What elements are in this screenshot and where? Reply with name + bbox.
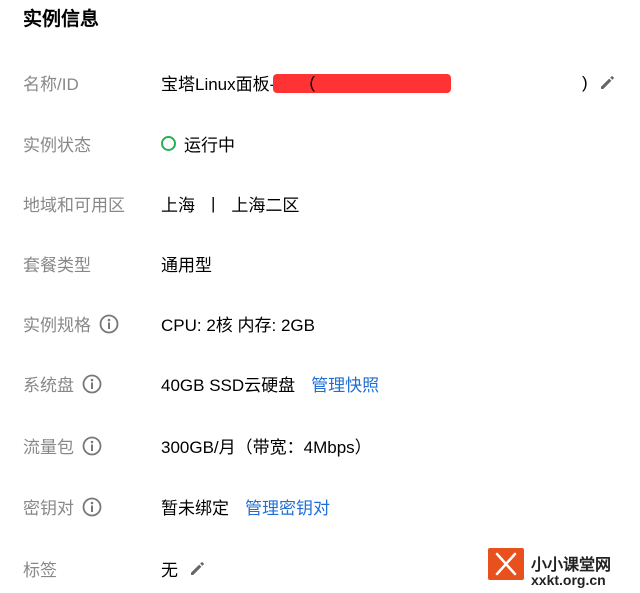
tags-label: 标签 xyxy=(23,561,57,580)
tags-text: 无 xyxy=(161,561,178,580)
manage-snapshot-link[interactable]: 管理快照 xyxy=(311,371,379,396)
spec-value: CPU: 2核 内存: 2GB xyxy=(161,316,315,335)
section-title: 实例信息 xyxy=(23,9,100,30)
row-key-pair: 密钥对 暂未绑定 管理密钥对 xyxy=(0,491,640,521)
row-name-id: 名称/ID 宝塔Linux面板- ( ) xyxy=(0,67,640,97)
name-paren-close: ) xyxy=(581,72,588,92)
plan-type-label: 套餐类型 xyxy=(23,256,91,275)
edit-tags-icon[interactable] xyxy=(188,560,206,578)
edit-name-icon[interactable] xyxy=(598,74,616,92)
row-system-disk: 系统盘 40GB SSD云硬盘 管理快照 xyxy=(0,368,640,398)
key-pair-label: 密钥对 xyxy=(23,494,102,519)
instance-info-panel: 实例信息 名称/ID 宝塔Linux面板- ( ) 实例状态 运行中 地域和可用… xyxy=(0,0,640,593)
traffic-value: 300GB/月（带宽：4Mbps） xyxy=(161,438,372,457)
manage-key-pair-link[interactable]: 管理密钥对 xyxy=(245,494,330,519)
name-prefix: 宝塔Linux面板- xyxy=(161,75,276,94)
watermark: 小小课堂网 xxkt.org.cn xyxy=(488,548,640,593)
name-paren-open: ( xyxy=(309,72,315,92)
system-disk-label: 系统盘 xyxy=(23,371,102,396)
watermark-logo-icon xyxy=(488,548,524,580)
row-status: 实例状态 运行中 xyxy=(0,128,640,158)
traffic-label-text: 流量包 xyxy=(23,438,74,457)
spec-label-text: 实例规格 xyxy=(23,316,91,335)
system-disk-text: 40GB SSD云硬盘 xyxy=(161,376,296,395)
region-value: 上海 | 上海二区 xyxy=(161,191,299,216)
region-label: 地域和可用区 xyxy=(23,196,125,215)
region-separator: | xyxy=(211,193,216,213)
status-value: 运行中 xyxy=(161,131,235,156)
key-pair-label-text: 密钥对 xyxy=(23,499,74,518)
tags-value: 无 xyxy=(161,556,206,581)
status-label: 实例状态 xyxy=(23,136,91,155)
system-disk-value: 40GB SSD云硬盘 管理快照 xyxy=(161,371,379,396)
traffic-label: 流量包 xyxy=(23,433,102,458)
redaction-mark xyxy=(273,74,452,93)
watermark-url: xxkt.org.cn xyxy=(531,572,606,588)
status-text: 运行中 xyxy=(184,136,235,155)
info-icon[interactable] xyxy=(82,374,102,394)
running-status-icon xyxy=(161,136,176,151)
system-disk-label-text: 系统盘 xyxy=(23,376,74,395)
spec-label: 实例规格 xyxy=(23,311,119,336)
info-icon[interactable] xyxy=(99,314,119,334)
key-pair-text: 暂未绑定 xyxy=(161,499,229,518)
row-region: 地域和可用区 上海 | 上海二区 xyxy=(0,188,640,218)
row-plan-type: 套餐类型 通用型 xyxy=(0,248,640,278)
name-id-value: 宝塔Linux面板- ( ) xyxy=(161,70,616,95)
plan-type-value: 通用型 xyxy=(161,256,212,275)
row-traffic: 流量包 300GB/月（带宽：4Mbps） xyxy=(0,430,640,460)
info-icon[interactable] xyxy=(82,497,102,517)
key-pair-value: 暂未绑定 管理密钥对 xyxy=(161,494,330,519)
row-spec: 实例规格 CPU: 2核 内存: 2GB xyxy=(0,308,640,338)
region-text: 上海 xyxy=(161,196,195,215)
zone-text: 上海二区 xyxy=(231,196,300,215)
info-icon[interactable] xyxy=(82,436,102,456)
name-id-label: 名称/ID xyxy=(23,75,79,94)
